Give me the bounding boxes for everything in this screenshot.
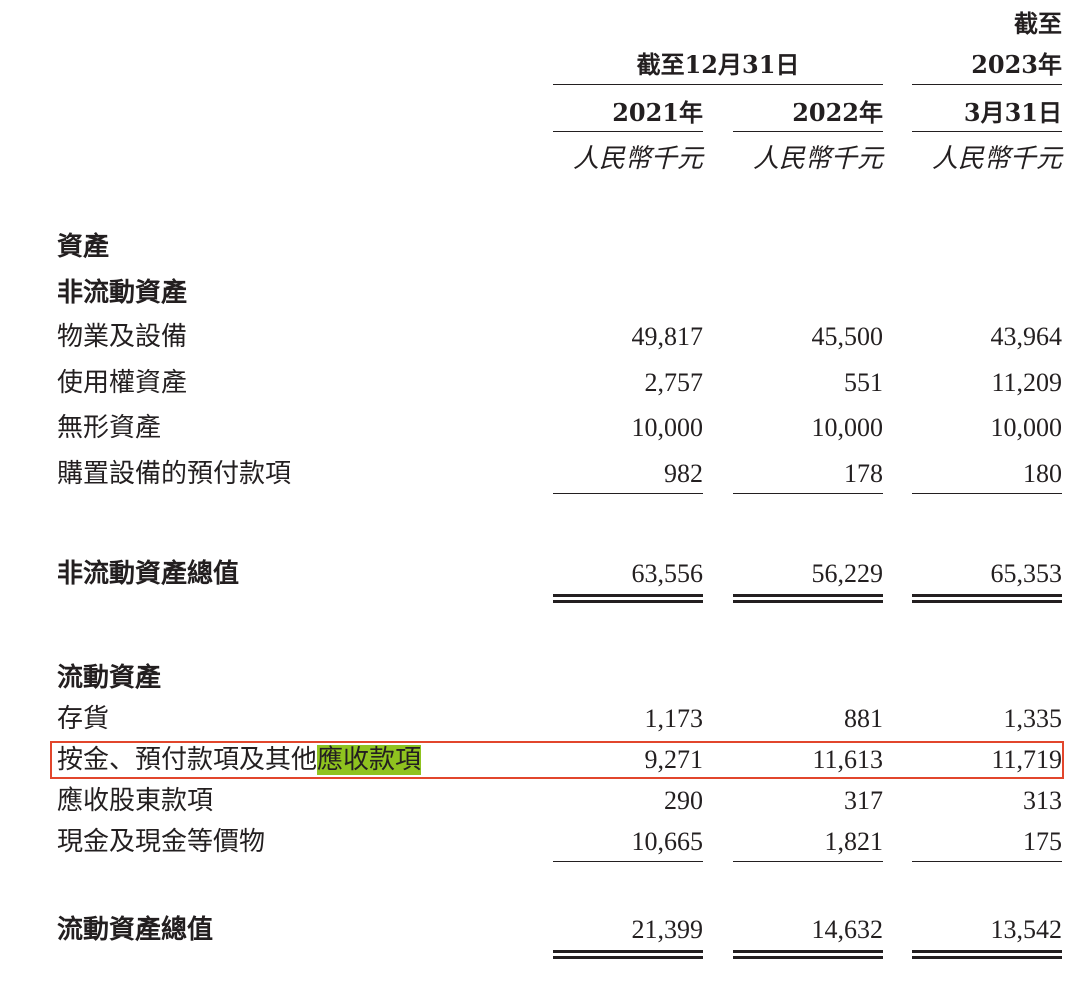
row-value-2021: 49,817 (631, 322, 704, 351)
col3-header-line2: 2023年 (971, 50, 1062, 79)
section-assets: 資產 (57, 232, 110, 262)
subtotal-rule-2021 (553, 493, 703, 494)
col1-unit: 人民幣千元 (572, 144, 703, 174)
row-value-2022: 45,500 (811, 322, 884, 351)
total-double-rule-2021 (553, 594, 703, 603)
total-value-2021: 63,556 (631, 559, 704, 588)
row-value-2022: 881 (844, 704, 883, 733)
row-label: 購置設備的預付款項 (57, 459, 292, 489)
total-double-rule-2022 (733, 950, 883, 959)
total-label: 非流動資產總值 (57, 559, 240, 589)
col3-header-line1: 截至 (1014, 9, 1062, 38)
row-label: 應收股東款項 (57, 786, 214, 816)
group-header-rule (553, 84, 883, 85)
total-value-2022: 14,632 (811, 915, 884, 944)
row-label-highlighted: 按金、預付款項及其他應收款項 (57, 744, 422, 776)
row-value-2021: 9,271 (644, 745, 704, 774)
row-label-plain: 按金、預付款項及其他 (57, 745, 318, 775)
total-double-rule-2023 (912, 594, 1062, 603)
section-current-assets: 流動資產 (57, 663, 162, 693)
row-value-2022: 317 (844, 786, 883, 815)
subtotal-rule-2022 (733, 493, 883, 494)
total-double-rule-2022 (733, 594, 883, 603)
row-value-2023: 43,964 (990, 322, 1063, 351)
row-value-2022: 1,821 (824, 827, 884, 856)
row-value-2021: 982 (664, 459, 703, 488)
section-non-current-assets: 非流動資產 (57, 278, 188, 308)
total-double-rule-2023 (912, 950, 1062, 959)
subtotal-rule-2023 (912, 493, 1062, 494)
subtotal-rule-2021 (553, 861, 703, 862)
total-value-2022: 56,229 (811, 559, 884, 588)
group-header-dec31: 截至12月31日 (636, 50, 800, 79)
row-label: 物業及設備 (57, 322, 188, 352)
col3-header-line3: 3月31日 (963, 98, 1062, 127)
row-label-highlight: 應收款項 (317, 745, 422, 775)
subtotal-rule-2022 (733, 861, 883, 862)
total-double-rule-2021 (553, 950, 703, 959)
row-value-2021: 2,757 (644, 368, 704, 397)
row-value-2023: 175 (1023, 827, 1062, 856)
col2-unit: 人民幣千元 (752, 144, 883, 174)
col1-header-year: 2021年 (612, 98, 703, 127)
row-value-2021: 10,000 (631, 413, 704, 442)
total-value-2023: 13,542 (990, 915, 1063, 944)
col2-header-year: 2022年 (792, 98, 883, 127)
col3-header-rule (912, 131, 1062, 132)
row-value-2022: 10,000 (811, 413, 884, 442)
row-value-2023: 1,335 (1003, 704, 1063, 733)
total-label: 流動資產總值 (57, 915, 214, 945)
row-value-2022: 551 (844, 368, 883, 397)
col1-header-rule (553, 131, 703, 132)
row-value-2023: 180 (1023, 459, 1062, 488)
row-label: 存貨 (57, 704, 110, 734)
row-value-2023: 11,209 (991, 368, 1062, 397)
row-value-2021: 290 (664, 786, 703, 815)
row-value-2022: 178 (844, 459, 883, 488)
row-label: 使用權資產 (57, 368, 188, 398)
col3-unit: 人民幣千元 (931, 144, 1062, 174)
row-label: 現金及現金等價物 (57, 827, 266, 857)
subtotal-rule-2023 (912, 861, 1062, 862)
total-value-2021: 21,399 (631, 915, 704, 944)
row-value-2023: 313 (1023, 786, 1062, 815)
row-value-2021: 10,665 (631, 827, 704, 856)
row-value-2023: 11,719 (991, 745, 1062, 774)
row-label: 無形資產 (57, 413, 162, 443)
row-value-2021: 1,173 (644, 704, 704, 733)
total-value-2023: 65,353 (990, 559, 1063, 588)
row-value-2022: 11,613 (812, 745, 883, 774)
col3-header-rule-top (912, 84, 1062, 85)
col2-header-rule (733, 131, 883, 132)
row-value-2023: 10,000 (990, 413, 1063, 442)
